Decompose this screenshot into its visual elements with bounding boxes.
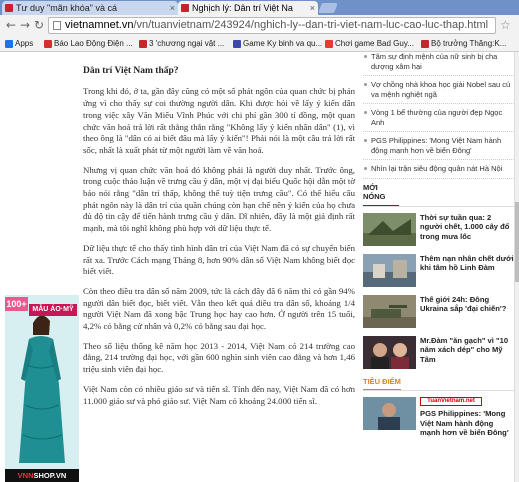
page-viewport: ... ... ... Dân trí Việt Nam thấp? Trong…	[0, 52, 519, 482]
bookmark-label: 3 'chương ngại vật ...	[149, 39, 225, 48]
news-item[interactable]: Thêm nạn nhân chết dưới khi tâm hồ Linh …	[363, 253, 514, 291]
bookmark-label: Apps	[15, 39, 34, 48]
related-link[interactable]: Vòng 1 bể thường của người đẹp Ngọc Anh	[363, 108, 514, 132]
bookmark-favicon-icon	[325, 40, 333, 48]
article-paragraph: Còn theo điều tra dân số năm 2009, tức l…	[83, 285, 355, 332]
news-title[interactable]: Thời sự tuần qua: 2 người chết, 1.000 câ…	[420, 213, 514, 242]
article-body: ... ... ... Dân trí Việt Nam thấp? Trong…	[83, 52, 355, 415]
back-icon[interactable]: ←	[4, 18, 18, 32]
article-paragraph: Theo số liệu thống kê năm học 2013 - 201…	[83, 340, 355, 375]
news-thumbnail	[363, 397, 416, 430]
bookmark-favicon-icon	[421, 40, 429, 48]
close-tab-icon[interactable]: ×	[170, 1, 175, 15]
news-item[interactable]: Thời sự tuần qua: 2 người chết, 1.000 câ…	[363, 212, 514, 250]
page-scrollbar[interactable]	[514, 52, 519, 482]
related-link[interactable]: Tâm sự định mệnh của nữ sinh bị cha dượn…	[363, 52, 514, 76]
scrollbar-thumb[interactable]	[515, 202, 519, 282]
tab-strip: Tư duy "mãn khóa" và cá × Nghịch lý: Dân…	[0, 0, 519, 15]
apps-grid-icon	[5, 40, 13, 48]
article-paragraph: Trong khi đó, ở ta, gần đây cũng có một …	[83, 86, 355, 155]
browser-toolbar: ← → ↻ vietnamnet.vn/vn/tuanvietnam/24392…	[0, 15, 519, 36]
tuanvietnam-badge: TuanVietnam.net	[420, 397, 482, 406]
news-thumbnail	[363, 294, 416, 328]
news-thumbnail	[363, 212, 416, 246]
related-links: Tâm sự định mệnh của nữ sinh bị cha dượn…	[363, 52, 514, 179]
tab-tu-duy[interactable]: Tư duy "mãn khóa" và cá ×	[2, 1, 178, 15]
article-paragraph: Việt Nam còn có nhiều giáo sư và tiến sĩ…	[83, 383, 355, 406]
tab-title: Tư duy "mãn khóa" và cá	[16, 3, 117, 13]
bookmark-label: Chơi game Bad Guy...	[335, 39, 414, 48]
bookmark-favicon-icon	[139, 40, 147, 48]
bookmark-star-icon[interactable]: ☆	[500, 18, 511, 32]
bookmark-chuong-ngai-vat[interactable]: 3 'chương ngại vật ...	[138, 36, 224, 51]
bookmark-favicon-icon	[44, 40, 52, 48]
related-link[interactable]: Nhìn lại trận siêu động quân nát Hà Nội	[363, 164, 514, 179]
focus-section-title: TIÊU ĐIỂM	[363, 377, 401, 391]
bookmark-bo-truong-thang[interactable]: Bộ trưởng Thăng:K...	[420, 36, 506, 51]
url-host: vietnamnet.vn	[65, 19, 134, 31]
bookmark-bad-guy[interactable]: Chơi game Bad Guy...	[324, 36, 414, 51]
url-path: /vn/tuanvietnam/243924/nghich-ly--dan-tr…	[133, 19, 489, 31]
forward-icon[interactable]: →	[18, 18, 32, 32]
sidebar: Tâm sự định mệnh của nữ sinh bị cha dượn…	[363, 52, 514, 482]
cut-off-line: ... ... ...	[83, 52, 355, 56]
fashion-ad-banner[interactable]: 100+ MẪU ÁO·MỸ VNNSHOP.VN	[5, 295, 79, 482]
bookmark-label: Game Ky binh va qu...	[243, 39, 323, 48]
bookmark-label: Bộ trưởng Thăng:K...	[431, 39, 507, 48]
tab-title: Nghịch lý: Dân trí Việt Na	[192, 3, 293, 13]
site-favicon-icon	[181, 4, 189, 12]
bookmark-bao-lao-dong[interactable]: Báo Lao Động Điện ...	[43, 36, 133, 51]
related-link[interactable]: PGS Philippines: 'Mong Việt Nam hành độn…	[363, 136, 514, 160]
hot-news-title: MỚI NÓNG	[363, 183, 399, 207]
site-favicon-icon	[5, 4, 13, 12]
reload-icon[interactable]: ↻	[32, 18, 46, 32]
related-link[interactable]: Vợ chồng nhà khoa học giải Nobel sau cú …	[363, 80, 514, 104]
ad-count-badge: 100+	[5, 297, 28, 311]
new-tab-button[interactable]	[318, 3, 338, 13]
article-paragraph: Nhưng vị quan chức văn hoá đó không phải…	[83, 164, 355, 234]
news-title[interactable]: Thêm nạn nhân chết dưới khi tâm hồ Linh …	[420, 254, 514, 273]
page-icon	[53, 21, 61, 30]
news-thumbnail	[363, 253, 416, 287]
model-dress-image	[19, 315, 65, 463]
focus-news-item[interactable]: TuanVietnam.net PGS Philippines: 'Mong V…	[363, 397, 514, 437]
news-title[interactable]: PGS Philippines: 'Mong Việt Nam hành độn…	[420, 409, 514, 438]
news-title[interactable]: Mr.Đàm "ăn gạch" vì "10 năm xách dép" ch…	[420, 336, 514, 365]
news-title[interactable]: Thế giới 24h: Đông Ukraina sắp 'đại chiế…	[420, 295, 514, 314]
bookmarks-bar: Apps Báo Lao Động Điện ... 3 'chương ngạ…	[0, 36, 519, 52]
ad-label: MẪU ÁO·MỸ	[29, 304, 77, 316]
bookmark-game-ky-binh[interactable]: Game Ky binh va qu...	[232, 36, 322, 51]
article-paragraph: Dữ liệu thực tế cho thấy tình hình dân t…	[83, 242, 355, 277]
news-thumbnail	[363, 335, 416, 369]
bookmark-apps[interactable]: Apps	[4, 36, 33, 51]
close-tab-icon[interactable]: ×	[310, 1, 315, 15]
news-item[interactable]: Mr.Đàm "ăn gạch" vì "10 năm xách dép" ch…	[363, 335, 514, 373]
vnnshop-logo: VNNSHOP.VN	[5, 469, 79, 482]
bookmark-label: Báo Lao Động Điện ...	[54, 39, 133, 48]
news-item[interactable]: Thế giới 24h: Đông Ukraina sắp 'đại chiế…	[363, 294, 514, 332]
address-bar[interactable]: vietnamnet.vn/vn/tuanvietnam/243924/nghi…	[48, 17, 496, 34]
section-heading: Dân trí Việt Nam thấp?	[83, 65, 179, 76]
tab-nghich-ly[interactable]: Nghịch lý: Dân trí Việt Na ×	[178, 1, 318, 15]
bookmark-favicon-icon	[233, 40, 241, 48]
